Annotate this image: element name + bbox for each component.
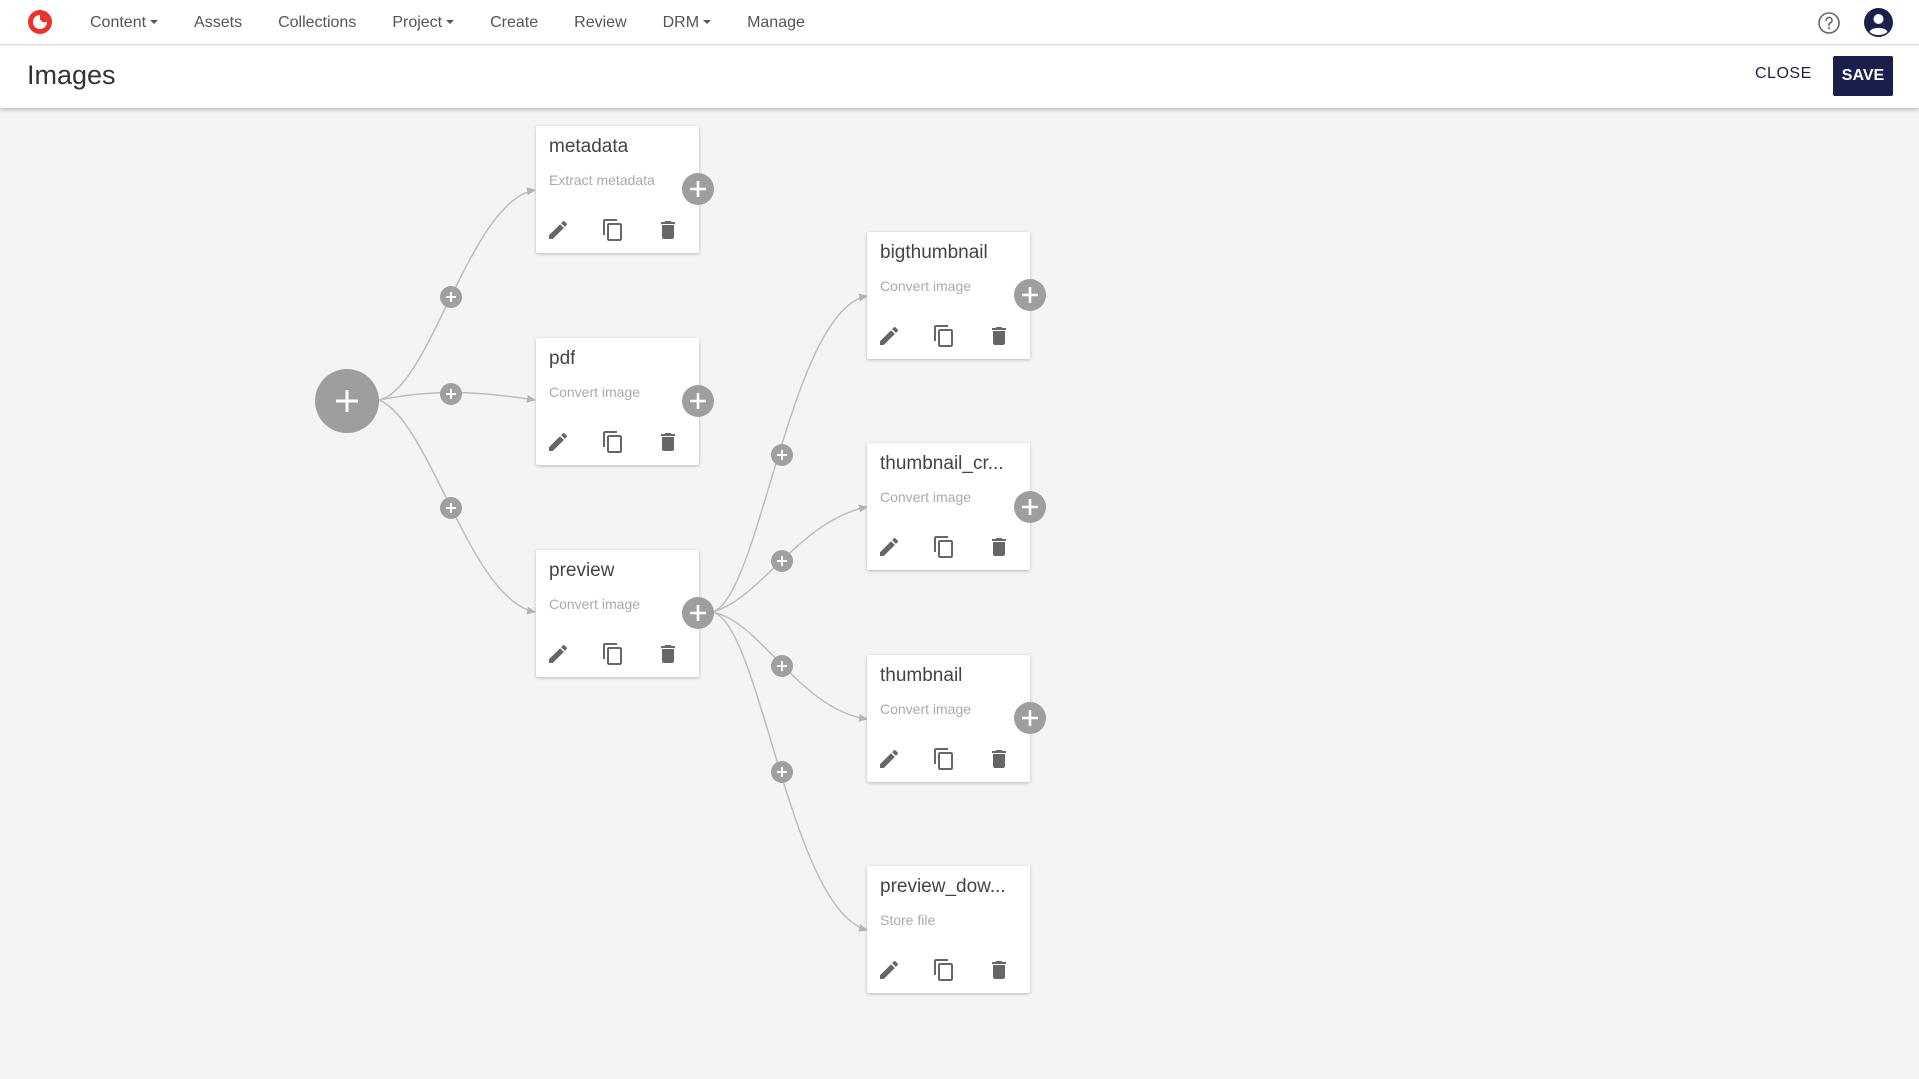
workflow-node-preview[interactable]: preview Convert image [536, 550, 699, 677]
nav-collections[interactable]: Collections [278, 14, 356, 32]
insert-step-button[interactable] [440, 497, 462, 519]
insert-step-button[interactable] [771, 444, 793, 466]
edit-icon[interactable] [877, 324, 901, 348]
delete-icon[interactable] [987, 958, 1011, 982]
delete-icon[interactable] [656, 218, 680, 242]
workflow-node-pdf[interactable]: pdf Convert image [536, 338, 699, 465]
add-child-step-button[interactable] [682, 173, 714, 205]
nav-assets[interactable]: Assets [194, 14, 242, 32]
chevron-down-icon [150, 20, 159, 25]
plus-icon [690, 605, 706, 621]
user-avatar-icon[interactable] [1864, 8, 1893, 37]
delete-icon[interactable] [987, 747, 1011, 771]
insert-step-button[interactable] [440, 286, 462, 308]
node-subtitle: Convert image [549, 384, 641, 400]
node-title: thumbnail_cr... [880, 453, 1004, 474]
workflow-node-metadata[interactable]: metadata Extract metadata [536, 126, 699, 253]
node-subtitle: Convert image [880, 701, 972, 717]
plus-icon [777, 661, 787, 671]
copy-icon[interactable] [601, 218, 625, 242]
help-icon[interactable] [1817, 11, 1841, 35]
workflow-node-thumbnail-crop[interactable]: thumbnail_cr... Convert image [867, 443, 1030, 570]
page-header: Images CLOSE SAVE [0, 46, 1919, 108]
plus-icon [1022, 287, 1038, 303]
plus-icon [777, 767, 787, 777]
insert-step-button[interactable] [771, 761, 793, 783]
add-child-step-button[interactable] [1014, 279, 1046, 311]
nav-manage[interactable]: Manage [747, 14, 805, 32]
copy-icon[interactable] [601, 430, 625, 454]
plus-icon [777, 556, 787, 566]
delete-icon[interactable] [656, 642, 680, 666]
workflow-node-thumbnail[interactable]: thumbnail Convert image [867, 655, 1030, 782]
add-child-step-button[interactable] [1014, 702, 1046, 734]
node-subtitle: Extract metadata [549, 172, 655, 188]
plus-icon [446, 292, 456, 302]
node-title: pdf [549, 348, 576, 369]
plus-icon [446, 389, 456, 399]
node-title: preview_dow... [880, 876, 1006, 897]
edit-icon[interactable] [546, 430, 570, 454]
add-child-step-button[interactable] [682, 597, 714, 629]
edit-icon[interactable] [877, 958, 901, 982]
insert-step-button[interactable] [771, 655, 793, 677]
plus-icon [690, 181, 706, 197]
add-child-step-button[interactable] [1014, 491, 1046, 523]
node-title: bigthumbnail [880, 242, 988, 263]
node-subtitle: Convert image [880, 278, 972, 294]
nav-review[interactable]: Review [574, 14, 626, 32]
node-title: preview [549, 560, 615, 581]
insert-step-button[interactable] [771, 550, 793, 572]
plus-icon [1022, 499, 1038, 515]
copy-icon[interactable] [932, 747, 956, 771]
add-root-step-button[interactable] [315, 369, 379, 433]
save-button[interactable]: SAVE [1833, 56, 1893, 96]
node-title: thumbnail [880, 665, 963, 686]
edit-icon[interactable] [877, 747, 901, 771]
plus-icon [1022, 710, 1038, 726]
top-navigation-bar: Content Assets Collections Project Creat… [0, 0, 1919, 45]
workflow-node-bigthumbnail[interactable]: bigthumbnail Convert image [867, 232, 1030, 359]
add-child-step-button[interactable] [682, 385, 714, 417]
delete-icon[interactable] [987, 535, 1011, 559]
node-title: metadata [549, 136, 629, 157]
copy-icon[interactable] [601, 642, 625, 666]
plus-icon [446, 503, 456, 513]
edit-icon[interactable] [877, 535, 901, 559]
insert-step-button[interactable] [440, 383, 462, 405]
chevron-down-icon [703, 20, 712, 25]
plus-icon [690, 393, 706, 409]
copy-icon[interactable] [932, 324, 956, 348]
nav-create[interactable]: Create [490, 14, 538, 32]
edit-icon[interactable] [546, 642, 570, 666]
edit-icon[interactable] [546, 218, 570, 242]
copy-icon[interactable] [932, 535, 956, 559]
nav-project[interactable]: Project [392, 14, 455, 32]
nav-content[interactable]: Content [90, 14, 159, 32]
node-subtitle: Convert image [880, 489, 972, 505]
plus-icon [777, 450, 787, 460]
copy-icon[interactable] [932, 958, 956, 982]
delete-icon[interactable] [656, 430, 680, 454]
plus-icon [336, 390, 358, 412]
delete-icon[interactable] [987, 324, 1011, 348]
app-logo[interactable] [26, 8, 54, 36]
node-subtitle: Convert image [549, 596, 641, 612]
nav-drm[interactable]: DRM [663, 14, 712, 32]
page-title: Images [27, 60, 116, 90]
close-button[interactable]: CLOSE [1755, 65, 1812, 83]
workflow-node-preview-download[interactable]: preview_dow... Store file [867, 866, 1030, 993]
node-subtitle: Store file [880, 912, 936, 928]
chevron-down-icon [446, 20, 455, 25]
